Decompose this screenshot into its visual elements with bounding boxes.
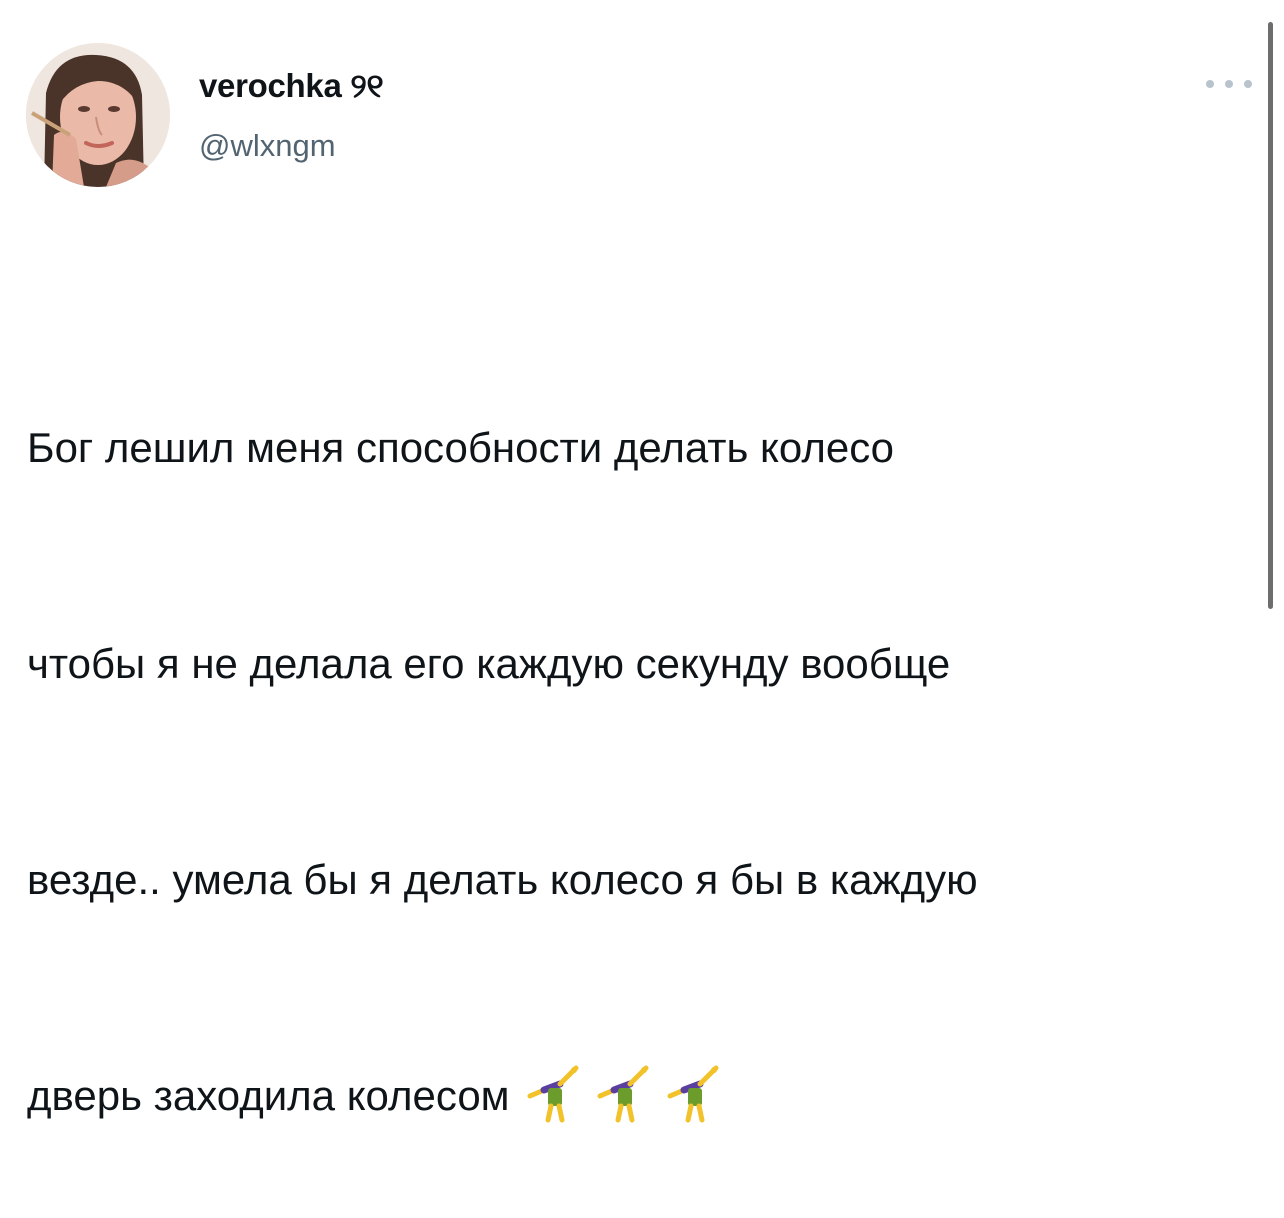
avatar-image: [26, 43, 170, 187]
tweet-card: verochka ୨୧ @wlxngm Бог лешил меня спосо…: [0, 0, 1284, 1123]
cartwheel-icon: [597, 1065, 649, 1123]
emoji-row: [524, 1062, 726, 1124]
tweet-text-line: дверь заходила колесом: [27, 1072, 510, 1119]
more-dot-icon: [1225, 80, 1233, 88]
display-name[interactable]: verochka ୨୧: [199, 66, 384, 106]
scrollbar[interactable]: [1268, 22, 1273, 609]
user-handle[interactable]: @wlxngm: [199, 126, 336, 166]
cartwheel-icon: [527, 1065, 579, 1123]
tweet-text-line: Бог лешил меня способности делать колесо: [27, 424, 895, 471]
more-dot-icon: [1244, 80, 1252, 88]
tweet-text-last-line: дверь заходила колесом: [27, 1060, 1262, 1132]
more-options-button[interactable]: [1206, 70, 1252, 98]
cartwheel-icon: [667, 1065, 719, 1123]
tweet-text: Бог лешил меня способности делать колесо…: [27, 268, 1262, 1218]
avatar[interactable]: [26, 43, 170, 187]
tweet-text-line: везде.. умела бы я делать колесо я бы в …: [27, 856, 978, 903]
more-dot-icon: [1206, 80, 1214, 88]
tweet-text-line: чтобы я не делала его каждую секунду воо…: [27, 640, 951, 687]
